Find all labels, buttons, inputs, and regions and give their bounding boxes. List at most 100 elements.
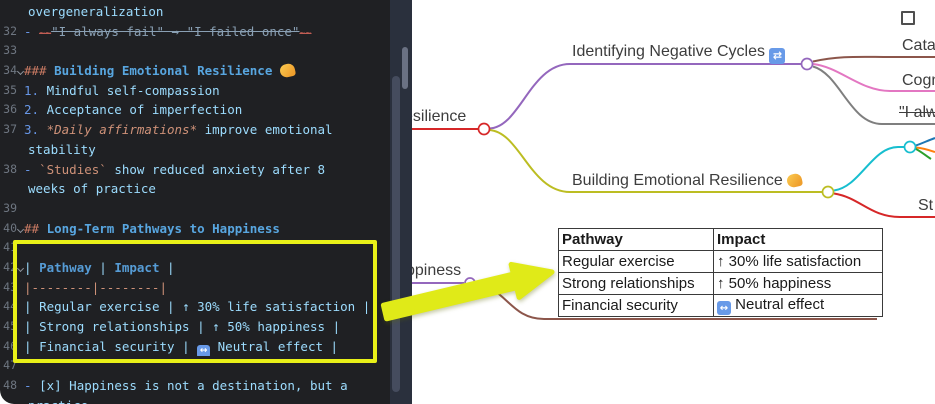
code-text[interactable]: stability xyxy=(24,140,390,160)
token: | xyxy=(182,339,197,354)
node-identifying-negative-cycles[interactable]: Identifying Negative Cycles ⇄ xyxy=(572,42,785,64)
node-cognitive-clipped[interactable]: Cogn xyxy=(902,71,935,91)
token: - xyxy=(24,378,39,393)
fold-column xyxy=(17,199,24,219)
code-text[interactable]: | Financial security | ↔ Neutral effect … xyxy=(24,337,390,357)
token: "I always fail" → "I failed once" xyxy=(51,24,299,39)
token: [x] Happiness is not a destination, but … xyxy=(39,378,348,393)
table-row: Regular exercise↑ 30% life satisfaction xyxy=(559,251,883,273)
fold-column xyxy=(17,258,24,278)
code-text[interactable]: ### Building Emotional Resilience xyxy=(24,61,390,81)
token: Acceptance of imperfection xyxy=(47,102,243,117)
code-text[interactable]: | Pathway | Impact | xyxy=(24,258,390,278)
code-text[interactable]: - [x] Happiness is not a destination, bu… xyxy=(24,376,390,396)
line-number: 44 xyxy=(0,297,17,317)
token: Long-Term Pathways to Happiness xyxy=(47,221,280,236)
editor-line[interactable]: 38- `Studies` show reduced anxiety after… xyxy=(0,160,390,180)
editor-line[interactable]: overgeneralization xyxy=(0,2,390,22)
token: weeks of practice xyxy=(28,181,156,196)
node-i-always-fail-clipped[interactable]: "I alw xyxy=(899,103,935,123)
code-text[interactable]: - `Studies` show reduced anxiety after 8 xyxy=(24,160,390,180)
markdown-editor-pane[interactable]: overgeneralization32- ~~"I always fail" … xyxy=(0,0,390,404)
fold-caret-icon[interactable] xyxy=(17,265,24,272)
line-number xyxy=(0,396,17,404)
editor-line[interactable]: stability xyxy=(0,140,390,160)
token: | xyxy=(333,319,341,334)
token: 1. xyxy=(24,83,47,98)
code-text[interactable] xyxy=(24,238,390,258)
editor-line[interactable]: 39 xyxy=(0,199,390,219)
editor-line[interactable]: 373. *Daily affirmations* improve emotio… xyxy=(0,120,390,140)
code-text[interactable]: weeks of practice xyxy=(24,179,390,199)
editor-line[interactable]: practice xyxy=(0,396,390,404)
node-circle-identifying[interactable] xyxy=(802,59,813,70)
editor-line[interactable]: 45| Strong relationships | ↑ 50% happine… xyxy=(0,317,390,337)
token: | xyxy=(197,319,212,334)
editor-line[interactable]: 33 xyxy=(0,41,390,61)
editor-scrollbar-thumb[interactable] xyxy=(392,76,400,392)
editor-scrollbar-track[interactable] xyxy=(390,0,412,404)
fold-caret-icon[interactable] xyxy=(17,226,24,233)
code-text[interactable]: ## Long-Term Pathways to Happiness xyxy=(24,219,390,239)
editor-line[interactable]: 351. Mindful self-compassion xyxy=(0,81,390,101)
node-catastrophizing-clipped[interactable]: Cata xyxy=(902,36,935,56)
editor-line[interactable]: 32 - ~~"I always fail" → "I failed once"~… xyxy=(0,22,390,42)
node-circle-happiness[interactable] xyxy=(465,278,475,288)
editor-line[interactable]: 43 |--------|--------| xyxy=(0,278,390,298)
editor-line[interactable]: 42| Pathway | Impact | xyxy=(0,258,390,278)
editor-line[interactable]: 41 xyxy=(0,238,390,258)
code-text[interactable]: - ~~"I always fail" → "I failed once"~~ xyxy=(24,22,390,42)
unchecked-checkbox-icon[interactable] xyxy=(901,11,915,25)
token: - xyxy=(24,162,39,177)
code-text[interactable]: | Regular exercise | ↑ 30% life satisfac… xyxy=(24,297,390,317)
table-header-impact: Impact xyxy=(714,229,883,251)
token: |--------|--------| xyxy=(24,280,167,295)
flexed-biceps-icon xyxy=(279,63,296,79)
token: | xyxy=(24,319,39,334)
editor-line[interactable]: 47 xyxy=(0,356,390,376)
line-number: 36 xyxy=(0,100,17,120)
line-number: 34 xyxy=(0,61,17,81)
token: 2. xyxy=(24,102,47,117)
code-text[interactable]: | Strong relationships | ↑ 50% happiness… xyxy=(24,317,390,337)
node-building-emotional-resilience[interactable]: Building Emotional Resilience xyxy=(572,171,802,191)
node-circle-building[interactable] xyxy=(823,187,834,198)
editor-line[interactable]: 36 2. Acceptance of imperfection xyxy=(0,100,390,120)
fold-column xyxy=(17,356,24,376)
code-text[interactable]: overgeneralization xyxy=(24,2,390,22)
editor-line[interactable]: 44 | Regular exercise | ↑ 30% life satisf… xyxy=(0,297,390,317)
node-circle-list-parent[interactable] xyxy=(905,142,916,153)
node-studies-clipped[interactable]: St xyxy=(918,196,933,216)
node-resilience-clipped[interactable]: esilience xyxy=(412,107,466,127)
editor-lines[interactable]: overgeneralization32- ~~"I always fail" … xyxy=(0,2,390,404)
token: - xyxy=(24,24,39,39)
code-text[interactable]: 2. Acceptance of imperfection xyxy=(24,100,390,120)
fold-column xyxy=(17,396,24,404)
code-text[interactable] xyxy=(24,41,390,61)
editor-line[interactable]: 40## Long-Term Pathways to Happiness xyxy=(0,219,390,239)
code-text[interactable] xyxy=(24,199,390,219)
token: improve emotional xyxy=(197,122,332,137)
node-happiness-clipped[interactable]: ppiness xyxy=(412,261,461,281)
markdown-mindmap-app: overgeneralization32- ~~"I always fail" … xyxy=(0,0,935,404)
code-text[interactable] xyxy=(24,356,390,376)
editor-line[interactable]: weeks of practice xyxy=(0,179,390,199)
line-number: 32 xyxy=(0,22,17,42)
code-text[interactable]: 1. Mindful self-compassion xyxy=(24,81,390,101)
code-text[interactable]: |--------|--------| xyxy=(24,278,390,298)
editor-line[interactable]: 46| Financial security | ↔ Neutral effec… xyxy=(0,337,390,357)
token: | xyxy=(24,260,39,275)
code-text[interactable]: practice xyxy=(24,396,390,404)
fold-caret-icon[interactable] xyxy=(17,68,24,75)
token: | xyxy=(167,299,182,314)
line-number: 43 xyxy=(0,278,17,298)
code-text[interactable]: 3. *Daily affirmations* improve emotiona… xyxy=(24,120,390,140)
token: Neutral effect xyxy=(210,339,330,354)
node-circle-resilience[interactable] xyxy=(479,124,490,135)
cell-pathway: Strong relationships xyxy=(559,273,714,295)
token: ~~ xyxy=(39,28,51,39)
fold-column xyxy=(17,179,24,199)
minimap-scrollbar-thumb[interactable] xyxy=(402,47,408,89)
editor-line[interactable]: 48- [x] Happiness is not a destination, … xyxy=(0,376,390,396)
editor-line[interactable]: 34 ### Building Emotional Resilience xyxy=(0,61,390,81)
